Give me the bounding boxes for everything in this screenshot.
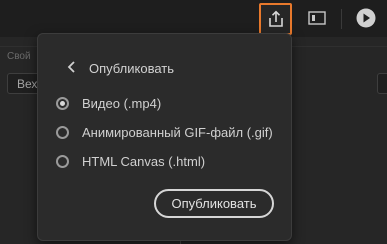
publish-popover: Опубликовать Видео (.mp4) Анимированный …	[37, 33, 292, 241]
option-animated-gif[interactable]: Анимированный GIF-файл (.gif)	[56, 122, 273, 142]
top-toolbar	[0, 0, 387, 37]
share-export-icon	[268, 10, 283, 27]
share-button[interactable]	[259, 3, 292, 35]
chevron-left-icon	[67, 61, 75, 73]
option-label: HTML Canvas (.html)	[82, 153, 206, 169]
toolbar-divider	[341, 9, 342, 29]
publish-button[interactable]: Опубликовать	[154, 189, 274, 218]
option-html-canvas[interactable]: HTML Canvas (.html)	[56, 151, 205, 171]
option-video-mp4[interactable]: Видео (.mp4)	[56, 93, 161, 113]
app-window: Свой Вех Опубликовать Видео (.mp4) Аними…	[0, 0, 387, 244]
play-icon	[356, 8, 376, 28]
radio-selected[interactable]	[56, 96, 69, 110]
option-label: Видео (.mp4)	[82, 95, 162, 111]
radio-unselected[interactable]	[56, 154, 69, 168]
popover-title: Опубликовать	[89, 61, 175, 76]
play-button[interactable]	[353, 5, 379, 31]
radio-unselected[interactable]	[56, 125, 69, 139]
preview-button[interactable]	[306, 6, 328, 30]
screen-preview-icon	[308, 11, 326, 25]
panel-dropdown-right[interactable]	[377, 73, 387, 94]
panel-section-label: Свой	[7, 51, 31, 62]
option-label: Анимированный GIF-файл (.gif)	[82, 124, 273, 140]
back-button[interactable]	[64, 58, 80, 76]
